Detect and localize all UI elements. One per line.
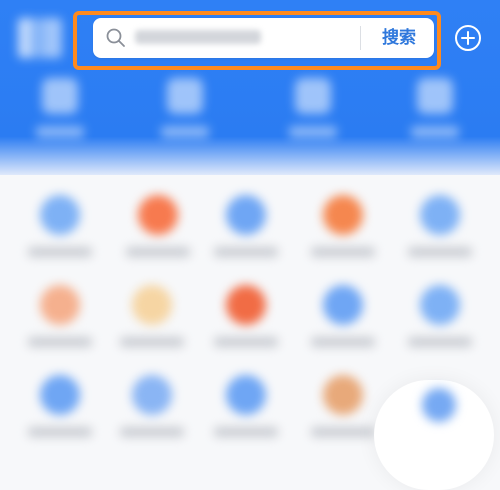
grid-app-item[interactable] <box>112 275 192 355</box>
shortcut-label <box>161 126 209 138</box>
grid-app-item[interactable] <box>112 365 192 445</box>
grid-app-item[interactable] <box>20 185 100 265</box>
app-icon <box>323 375 363 415</box>
grid-app-item[interactable] <box>400 275 480 355</box>
grid-app-item[interactable] <box>206 185 286 265</box>
avatar[interactable] <box>18 18 62 58</box>
top-shortcut-item[interactable] <box>405 72 465 152</box>
grid-app-item[interactable] <box>303 365 383 445</box>
grid-app-item[interactable] <box>303 185 383 265</box>
shortcut-icon <box>167 78 203 114</box>
shortcut-label <box>411 126 459 138</box>
app-icon <box>40 285 80 325</box>
grid-app-item[interactable] <box>118 185 198 265</box>
search-bar[interactable]: 搜索 <box>93 18 434 58</box>
app-icon <box>40 375 80 415</box>
app-label <box>214 337 278 347</box>
shortcut-label <box>289 126 337 138</box>
app-icon <box>226 375 266 415</box>
search-button[interactable]: 搜索 <box>370 22 428 54</box>
app-label <box>214 427 278 437</box>
app-icon <box>132 375 172 415</box>
app-label <box>311 337 375 347</box>
app-label <box>120 427 184 437</box>
floating-button-icon <box>422 388 456 422</box>
grid-app-item[interactable] <box>206 365 286 445</box>
app-icon <box>132 285 172 325</box>
app-label <box>28 337 92 347</box>
app-icon <box>40 195 80 235</box>
plus-circle-icon <box>455 25 481 51</box>
app-label <box>214 247 278 257</box>
app-label <box>408 247 472 257</box>
app-label <box>311 427 375 437</box>
shortcut-label <box>36 126 84 138</box>
top-shortcut-item[interactable] <box>30 72 90 152</box>
add-button[interactable] <box>454 24 482 52</box>
app-label <box>28 427 92 437</box>
grid-app-item[interactable] <box>206 275 286 355</box>
app-icon <box>226 195 266 235</box>
app-label <box>311 247 375 257</box>
app-label <box>408 337 472 347</box>
app-icon <box>420 285 460 325</box>
grid-app-item[interactable] <box>400 185 480 265</box>
top-shortcuts <box>0 72 500 152</box>
shortcut-icon <box>417 78 453 114</box>
app-label <box>120 337 184 347</box>
app-icon <box>323 195 363 235</box>
shortcut-icon <box>42 78 78 114</box>
app-icon <box>420 195 460 235</box>
floating-button[interactable] <box>374 380 494 490</box>
top-shortcut-item[interactable] <box>155 72 215 152</box>
grid-app-item[interactable] <box>20 275 100 355</box>
grid-app-item[interactable] <box>303 275 383 355</box>
top-shortcut-item[interactable] <box>283 72 343 152</box>
search-input[interactable] <box>135 30 261 44</box>
app-label <box>28 247 92 257</box>
app-label <box>126 247 190 257</box>
search-divider <box>360 26 361 50</box>
shortcut-icon <box>295 78 331 114</box>
app-icon <box>226 285 266 325</box>
app-icon <box>323 285 363 325</box>
search-icon <box>106 28 125 47</box>
app-icon <box>138 195 178 235</box>
grid-app-item[interactable] <box>20 365 100 445</box>
